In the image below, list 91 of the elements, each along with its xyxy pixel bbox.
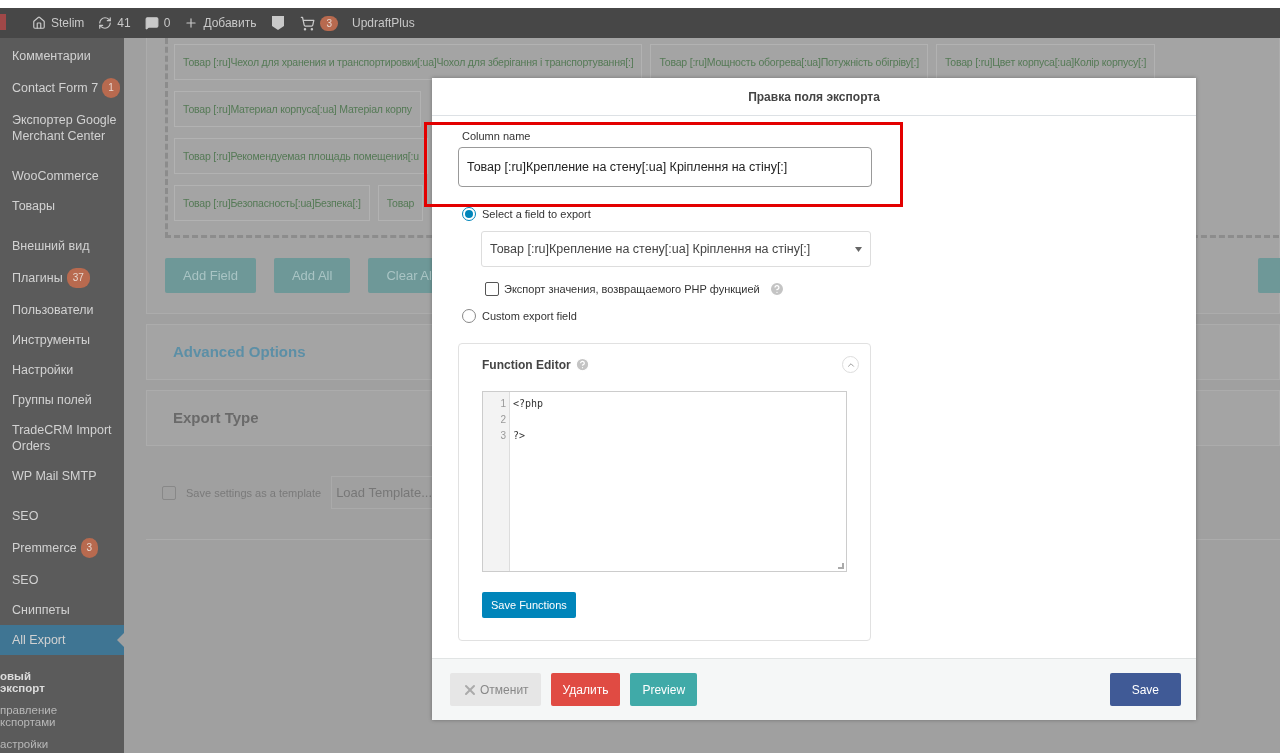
panel-title: Function Editor — [482, 357, 571, 372]
menu-item[interactable]: All Export — [0, 625, 124, 655]
collapse-button[interactable] — [842, 356, 859, 373]
line-number: 1 — [499, 397, 507, 411]
plus-icon — [184, 16, 199, 30]
cart-icon — [300, 15, 316, 31]
menu-item[interactable]: Настройки — [0, 355, 124, 385]
menu-item[interactable]: Комментарии — [0, 41, 124, 71]
menu-label: Комментарии — [12, 48, 91, 64]
menu-item[interactable]: SEO — [0, 501, 124, 531]
toolbar-item[interactable]: Добавить — [184, 16, 257, 30]
menu-label: Сниппеты — [12, 602, 70, 618]
toolbar-label: Stelim — [51, 16, 85, 30]
checkbox-option[interactable]: Экспорт значения, возвращаемого PHP функцией — [485, 281, 1170, 297]
toolbar-item[interactable]: 41 — [98, 16, 131, 30]
help-icon[interactable] — [768, 281, 785, 297]
radio-option[interactable]: Select a field to export — [462, 207, 1170, 221]
menu-label: Premmerce — [12, 540, 77, 556]
toolbar-label: 0 — [163, 16, 171, 30]
toolbar-item[interactable]: 3 — [300, 15, 338, 31]
menu-label: WooCommerce — [12, 168, 99, 184]
checkbox[interactable] — [485, 282, 499, 296]
save-functions-button[interactable]: Save Functions — [482, 592, 576, 618]
toolbar-item[interactable]: 0 — [144, 16, 171, 30]
menu-item[interactable]: Товары — [0, 191, 124, 221]
menu-item[interactable]: Внешний вид — [0, 231, 124, 261]
delete-button[interactable]: Удалить — [550, 673, 621, 706]
toolbar-label: Добавить — [203, 16, 257, 30]
menu-item[interactable]: SEO — [0, 565, 124, 595]
menu-item[interactable]: Premmerce 3 — [0, 531, 124, 565]
toolbar-item[interactable]: UpdraftPlus — [352, 16, 415, 30]
preview-button[interactable]: Preview — [630, 673, 698, 706]
toolbar-item[interactable]: Stelim — [32, 16, 85, 30]
menu-item[interactable]: Contact Form 7 1 — [0, 71, 124, 105]
help-icon[interactable] — [574, 357, 590, 372]
menu-label: Группы полей — [12, 392, 92, 408]
field-select[interactable]: Товар [:ru]Крепление на стену[:ua] Кріплення на стіну[:] — [481, 231, 871, 267]
menu-label: WP Mail SMTP — [12, 468, 97, 484]
menu-label: TradeCRM Import Orders — [12, 422, 113, 454]
save-button[interactable]: Save — [1109, 673, 1181, 706]
menu-label: Пользователи — [12, 302, 94, 318]
menu-label: SEO — [12, 508, 39, 524]
home-icon — [32, 16, 46, 30]
count-badge: 37 — [66, 268, 90, 288]
line-number: 3 — [499, 429, 507, 443]
menu-label: Contact Form 7 — [12, 80, 99, 96]
menu-label: Настройки — [12, 362, 74, 378]
cancel-label: Отменит — [480, 682, 529, 697]
radio-label: Custom export field — [482, 310, 577, 322]
dialog-title: Правка поля экспорта — [748, 89, 880, 104]
refresh-icon — [98, 16, 113, 30]
caret-icon — [855, 246, 862, 252]
menu-label: All Export — [12, 632, 66, 648]
menu-item[interactable]: Пользователи — [0, 295, 124, 325]
menu-label: Товары — [12, 198, 55, 214]
select-value: Товар [:ru]Крепление на стену[:ua] Кріплення на стіну[:] — [490, 242, 811, 256]
checkbox[interactable] — [162, 485, 176, 500]
shield-icon[interactable] — [270, 15, 287, 31]
comment-icon — [144, 16, 159, 30]
field-label: Column name — [462, 130, 532, 142]
resize-handle[interactable] — [838, 563, 844, 569]
menu-item[interactable]: Инструменты — [0, 325, 124, 355]
logo-icon[interactable] — [0, 14, 6, 30]
menu-item[interactable]: WooCommerce — [0, 161, 124, 191]
menu-item[interactable]: Плагины 37 — [0, 261, 124, 295]
count-badge: 1 — [102, 78, 120, 98]
line-number: 2 — [499, 413, 507, 427]
count-badge: 3 — [320, 15, 338, 31]
radio-label: Select a field to export — [482, 208, 591, 220]
checkbox-label: Экспорт значения, возвращаемого PHP функцией — [504, 283, 760, 295]
submenu-item[interactable]: правление кспортами — [0, 699, 70, 733]
menu-label: Плагины — [12, 270, 63, 286]
radio-option[interactable]: Custom export field — [462, 309, 1170, 323]
menu-item[interactable]: Экспортер Google Merchant Center — [0, 105, 124, 151]
submenu-item[interactable]: астройки — [0, 733, 70, 753]
menu-label: Внешний вид — [12, 238, 90, 254]
count-badge: 3 — [80, 538, 99, 558]
code-editor[interactable]: 1 2 3 <?php ?> — [482, 391, 847, 572]
menu-item[interactable]: WP Mail SMTP — [0, 461, 124, 491]
toolbar-label: 41 — [117, 16, 131, 30]
menu-item[interactable]: Группы полей — [0, 385, 124, 415]
menu-label: Экспортер Google Merchant Center — [12, 112, 118, 144]
submenu-item[interactable]: овый экспорт — [0, 665, 70, 699]
menu-item[interactable]: TradeCRM Import Orders — [0, 415, 124, 461]
menu-label: SEO — [12, 572, 39, 588]
action-button[interactable] — [1258, 258, 1280, 293]
column-name-field[interactable]: Товар [:ru]Крепление на стену[:ua] Кріплення на стіну[:] — [458, 147, 872, 187]
menu-item[interactable]: Сниппеты — [0, 595, 124, 625]
code-line: <?php — [513, 397, 544, 411]
menu-label: Инструменты — [12, 332, 90, 348]
code-line: ?> — [513, 429, 527, 443]
